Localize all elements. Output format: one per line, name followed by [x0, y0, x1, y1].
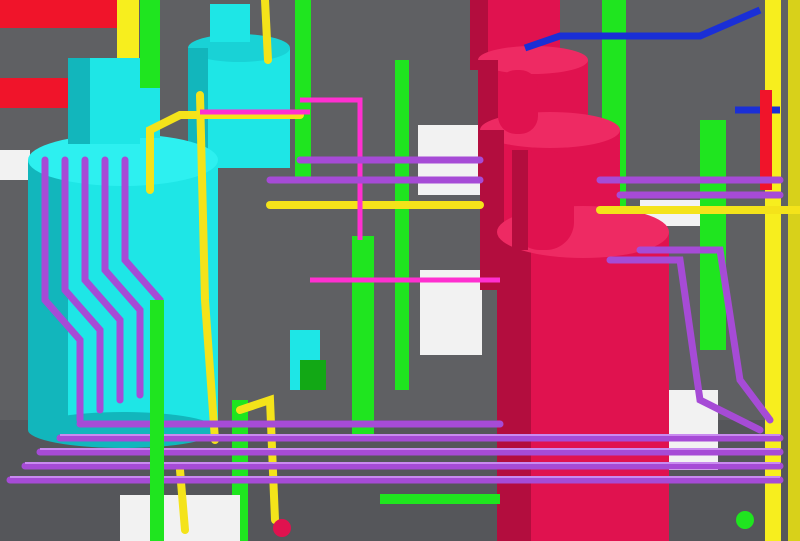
green-column-3	[395, 60, 409, 390]
white-equipment-2	[420, 270, 482, 355]
green-pump	[300, 360, 326, 390]
green-valve	[736, 511, 754, 529]
plant-3d-model-render	[0, 0, 800, 541]
magenta-valve	[273, 519, 291, 537]
green-column-front	[150, 300, 164, 541]
green-column-6	[352, 236, 374, 436]
white-equipment-5	[0, 150, 30, 180]
yellow-column-far-right	[788, 0, 800, 541]
scene-canvas	[0, 0, 800, 541]
yellow-column-right	[765, 0, 781, 541]
green-column-2	[295, 0, 311, 180]
red-duct-top	[0, 0, 120, 28]
red-duct-mid	[0, 78, 70, 108]
red-vertical-pipe	[760, 90, 772, 190]
green-column-5	[700, 120, 726, 350]
green-beam-front	[380, 494, 500, 504]
